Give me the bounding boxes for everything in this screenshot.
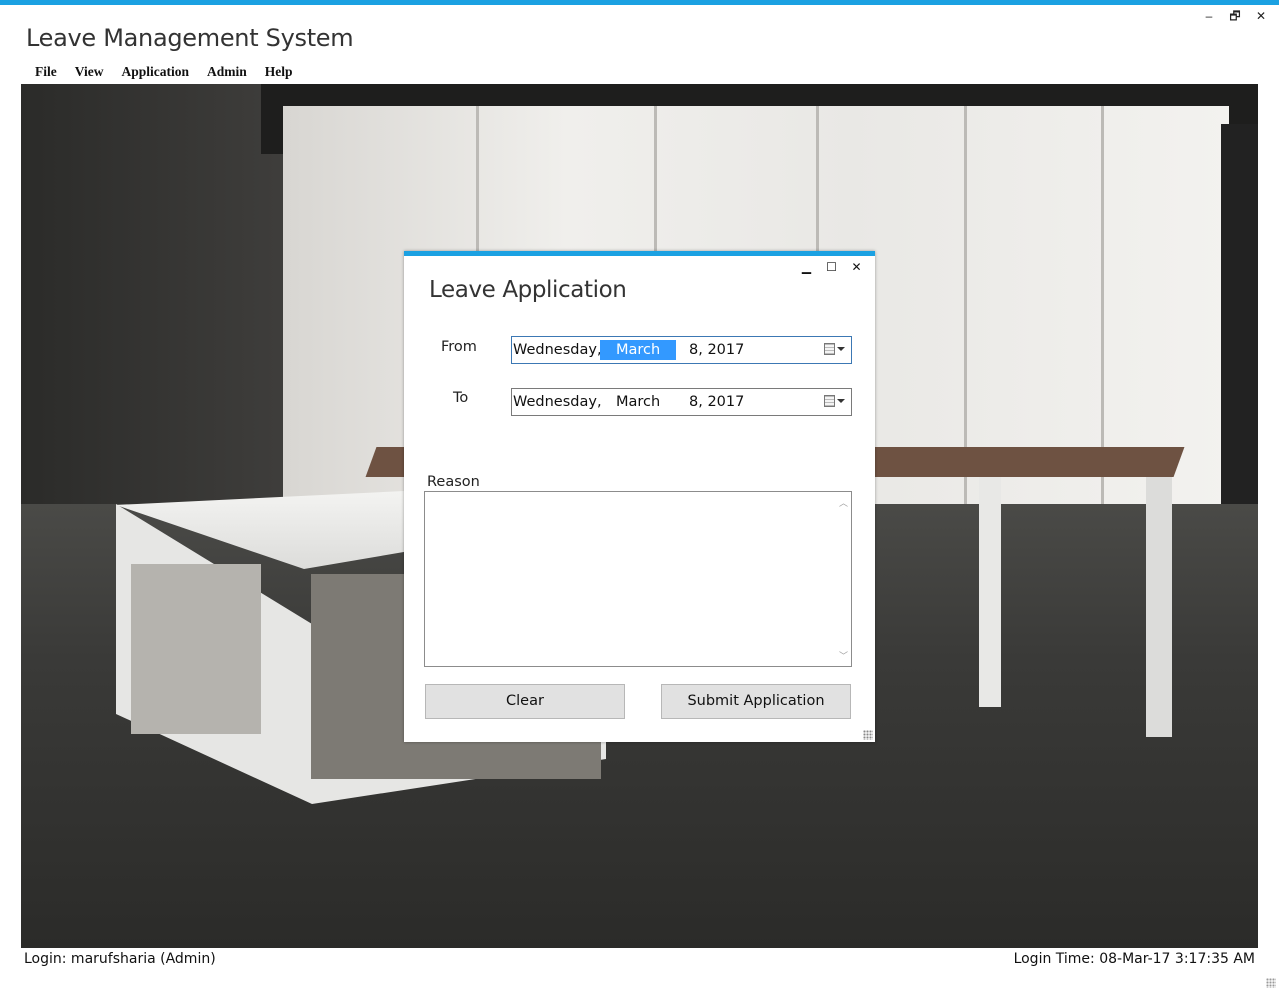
dropdown-arrow-icon bbox=[837, 347, 845, 351]
menu-file[interactable]: File bbox=[26, 63, 66, 81]
to-weekday: Wednesday, bbox=[513, 394, 602, 410]
close-button[interactable]: ✕ bbox=[1253, 8, 1269, 24]
window-resize-grip-icon[interactable] bbox=[1266, 978, 1276, 988]
menu-application[interactable]: Application bbox=[113, 63, 199, 81]
dialog-title: Leave Application bbox=[429, 277, 627, 303]
dialog-minimize-button[interactable]: ▁ bbox=[800, 261, 813, 274]
bg-table-leg bbox=[1146, 477, 1172, 737]
submit-application-button[interactable]: Submit Application bbox=[661, 684, 851, 719]
bg-table-leg bbox=[979, 477, 1001, 707]
window-controls: ‒ 🗗 ✕ bbox=[1201, 8, 1269, 24]
from-label: From bbox=[441, 339, 477, 355]
from-day-year: 8, 2017 bbox=[689, 342, 745, 358]
bg-cabinet-seam bbox=[964, 106, 967, 504]
dropdown-arrow-icon bbox=[837, 399, 845, 403]
window-accent-bar bbox=[0, 0, 1279, 5]
to-month[interactable]: March bbox=[616, 392, 660, 412]
menu-bar: File View Application Admin Help bbox=[26, 63, 302, 81]
window-title: Leave Management System bbox=[26, 24, 354, 52]
to-calendar-button[interactable] bbox=[824, 395, 846, 409]
dialog-maximize-button[interactable]: ☐ bbox=[825, 261, 838, 274]
from-date-picker[interactable]: Wednesday, March 8, 2017 bbox=[511, 336, 852, 364]
bg-shelf bbox=[131, 564, 261, 734]
to-label: To bbox=[453, 390, 469, 406]
from-month[interactable]: March bbox=[600, 340, 677, 360]
menu-help[interactable]: Help bbox=[256, 63, 302, 81]
calendar-icon bbox=[824, 343, 835, 355]
login-status: Login: marufsharia (Admin) bbox=[24, 951, 216, 967]
restore-button[interactable]: 🗗 bbox=[1227, 8, 1243, 24]
reason-textarea[interactable] bbox=[424, 491, 852, 667]
bg-wall bbox=[21, 84, 291, 564]
login-time-status: Login Time: 08-Mar-17 3:17:35 AM bbox=[1013, 951, 1255, 967]
dialog-controls: ▁ ☐ ✕ bbox=[800, 261, 863, 274]
clear-button[interactable]: Clear bbox=[425, 684, 625, 719]
bg-frame-right bbox=[1221, 124, 1258, 564]
menu-admin[interactable]: Admin bbox=[198, 63, 256, 81]
dialog-resize-grip-icon[interactable] bbox=[863, 730, 873, 740]
calendar-icon bbox=[824, 395, 835, 407]
to-day-year: 8, 2017 bbox=[689, 394, 745, 410]
from-weekday: Wednesday, bbox=[513, 342, 602, 358]
from-calendar-button[interactable] bbox=[824, 343, 846, 357]
reason-label: Reason bbox=[427, 474, 480, 490]
menu-view[interactable]: View bbox=[66, 63, 113, 81]
leave-application-dialog: Leave Application ▁ ☐ ✕ From Wednesday, … bbox=[404, 251, 875, 742]
dialog-close-button[interactable]: ✕ bbox=[850, 261, 863, 274]
minimize-button[interactable]: ‒ bbox=[1201, 8, 1217, 24]
to-date-picker[interactable]: Wednesday, March 8, 2017 bbox=[511, 388, 852, 416]
bg-cabinet-seam bbox=[1101, 106, 1104, 504]
